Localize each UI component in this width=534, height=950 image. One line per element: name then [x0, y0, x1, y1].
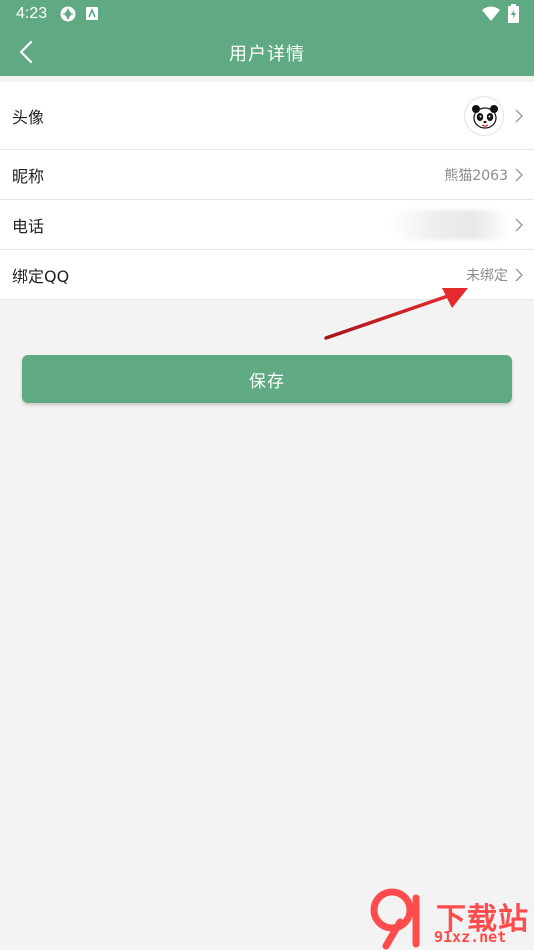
chevron-right-icon	[515, 109, 523, 122]
status-bar: 4:23	[0, 0, 534, 28]
battery-icon	[508, 4, 519, 23]
watermark-logo-icon	[370, 888, 420, 950]
bind-qq-label: 绑定QQ	[12, 266, 70, 286]
chevron-right-icon	[515, 168, 523, 181]
app-notification-icon	[86, 7, 98, 20]
wifi-icon	[482, 6, 500, 21]
nickname-label: 昵称	[12, 166, 45, 186]
avatar-label: 头像	[12, 107, 45, 127]
nickname-row[interactable]: 昵称 熊猫2063	[0, 150, 534, 200]
phone-row[interactable]: 电话	[0, 200, 534, 250]
chevron-right-icon	[515, 218, 523, 231]
user-detail-list: 头像 昵称 熊猫2063 电话 绑定QQ 未绑定	[0, 82, 534, 300]
phone-value-redacted	[390, 209, 510, 240]
annotation-arrow-icon	[324, 288, 468, 340]
watermark-url: 91xz.net	[434, 928, 507, 946]
panda-avatar-icon	[472, 104, 498, 129]
avatar	[464, 95, 504, 136]
phone-label: 电话	[12, 216, 45, 236]
nav-bar: 用户详情	[0, 28, 534, 76]
chevron-right-icon	[515, 268, 523, 281]
avatar-row[interactable]: 头像	[0, 82, 534, 150]
save-button[interactable]: 保存	[22, 355, 512, 403]
nickname-value: 熊猫2063	[444, 167, 508, 184]
status-time: 4:23	[16, 5, 48, 22]
app-header: 4:23 用户详情	[0, 0, 534, 76]
watermark: 下载站 91xz.net	[366, 884, 534, 950]
page-title: 用户详情	[229, 44, 305, 65]
sync-status-icon	[60, 6, 76, 22]
